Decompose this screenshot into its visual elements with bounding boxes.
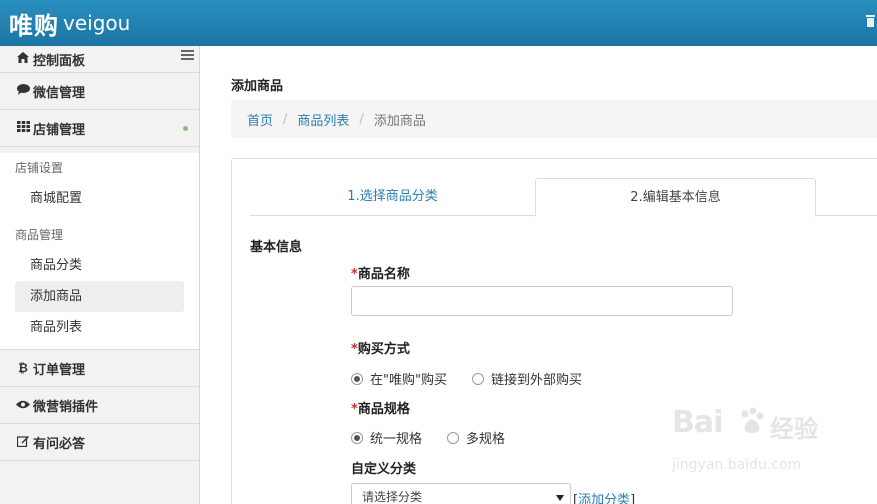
sidebar-item-dashboard[interactable]: 控制面板 [0,46,199,73]
status-dot [183,126,188,131]
breadcrumb-separator: / [283,111,288,127]
breadcrumb-separator: / [359,111,364,127]
radio-button[interactable] [471,372,484,385]
required-mark: * [351,267,358,282]
sidebar-item-label: 店铺管理 [33,122,86,138]
sidebar-item-label: 订单管理 [33,362,86,378]
purchase-option-external[interactable]: 链接到外部购买 [471,369,582,388]
purchase-method-options: 在"唯购"购买 链接到外部购买 [351,369,607,388]
sidebar: 控制面板 微信管理 店铺管理 店铺设置 商城配置 商品管理 商品分类 添加商品 … [0,46,200,504]
sidebar-item-label: 微信管理 [33,85,86,101]
paw-icon [741,407,764,433]
dropdown-arrow-icon [556,495,564,501]
product-spec-options: 统一规格 多规格 [351,428,530,447]
store-submenu: 店铺设置 商城配置 商品管理 商品分类 添加商品 商品列表 [0,153,199,350]
purchase-option-internal[interactable]: 在"唯购"购买 [351,369,447,388]
breadcrumb-current: 添加商品 [373,113,426,129]
tab-edit-basic-info[interactable]: 2.编辑基本信息 [535,178,816,217]
edit-icon [15,435,31,450]
sidebar-subitem-mall-config[interactable]: 商城配置 [15,183,184,214]
menu-collapse-icon[interactable] [181,50,194,61]
sidebar-item-label: 控制面板 [33,53,86,69]
watermark-text: 经验 [770,415,818,443]
sidebar-subitem-product-list[interactable]: 商品列表 [15,312,184,343]
submenu-group-title: 商品管理 [15,228,64,242]
product-name-input[interactable] [351,286,733,316]
radio-button[interactable] [447,431,460,444]
trash-icon[interactable] [866,15,875,27]
sidebar-item-marketing[interactable]: 微营销插件 [0,387,199,424]
radio-label: 在"唯购"购买 [370,373,447,388]
grid-icon [15,121,31,135]
eye-icon [15,398,31,412]
breadcrumb-product-list[interactable]: 商品列表 [297,110,349,129]
radio-button[interactable] [351,372,363,385]
page-title: 添加商品 [231,79,284,94]
required-mark: * [351,402,358,417]
radio-label: 统一规格 [370,432,423,447]
comment-icon [15,84,31,98]
radio-button[interactable] [351,431,363,444]
logo-chinese[interactable]: 唯购 [9,6,59,41]
breadcrumb: 首页 / 商品列表 / 添加商品 [231,100,877,138]
top-bar: 唯购 veigou [0,0,877,46]
product-name-label: *商品名称 [351,267,410,282]
sidebar-subitem-add-product[interactable]: 添加商品 [15,281,184,312]
section-title: 基本信息 [250,240,303,255]
watermark-url: jingyan.baidu.com [672,457,802,473]
add-category: [添加分类] [573,489,635,504]
submenu-group-title: 店铺设置 [15,161,64,175]
sidebar-item-wechat[interactable]: 微信管理 [0,73,199,110]
bitcoin-icon: ₿ [18,361,28,375]
sidebar-item-orders[interactable]: ₿ 订单管理 [0,350,199,387]
custom-category-label: 自定义分类 [351,462,417,477]
baidu-watermark: Bai 经验 jingyan.baidu.com [672,405,872,485]
add-category-link[interactable]: 添加分类 [578,493,630,504]
radio-label: 链接到外部购买 [490,373,582,388]
custom-category-select[interactable]: 请选择分类 [351,483,571,504]
sidebar-item-label: 有问必答 [33,436,86,452]
purchase-method-label: *购买方式 [351,342,410,357]
watermark-logo: Bai [672,405,723,440]
logo-english[interactable]: veigou [63,11,130,35]
sidebar-item-label: 微营销插件 [33,399,99,415]
select-value: 请选择分类 [362,490,423,504]
sidebar-subitem-category[interactable]: 商品分类 [15,250,184,281]
radio-label: 多规格 [466,432,506,447]
product-spec-label: *商品规格 [351,402,410,417]
tab-select-category[interactable]: 1.选择商品分类 [250,178,535,216]
home-icon [15,52,31,66]
sidebar-item-qa[interactable]: 有问必答 [0,424,199,461]
spec-option-multiple[interactable]: 多规格 [447,428,505,447]
sidebar-item-store[interactable]: 店铺管理 [0,110,199,147]
required-mark: * [351,342,358,357]
spec-option-unified[interactable]: 统一规格 [351,428,422,447]
step-tabs: 1.选择商品分类 2.编辑基本信息 [250,178,877,217]
breadcrumb-home[interactable]: 首页 [247,110,273,129]
